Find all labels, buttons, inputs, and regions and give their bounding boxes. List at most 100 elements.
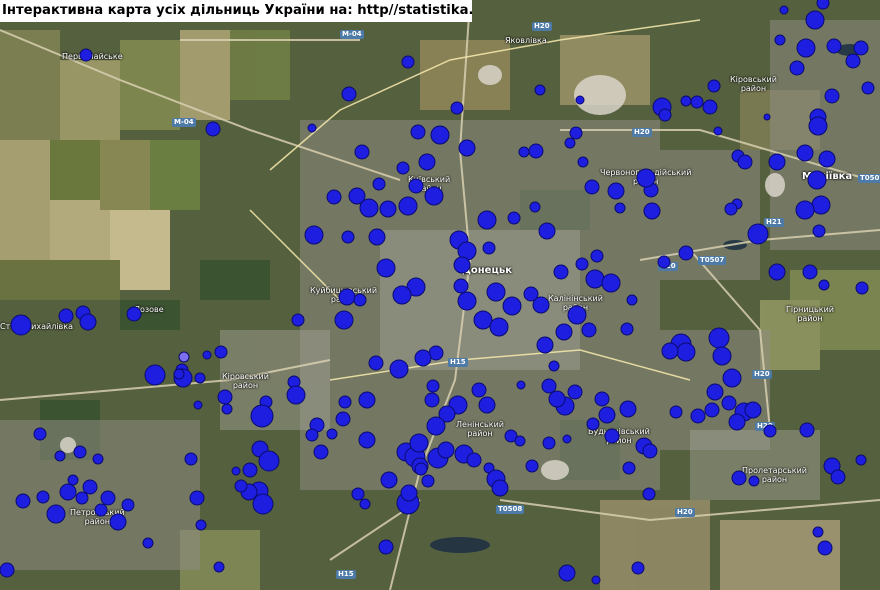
polling-station-marker[interactable] — [194, 372, 206, 384]
polling-station-marker[interactable] — [486, 282, 506, 302]
polling-station-marker[interactable] — [502, 296, 522, 316]
polling-station-marker[interactable] — [214, 345, 228, 359]
polling-station-marker[interactable] — [808, 116, 828, 136]
polling-station-marker[interactable] — [747, 223, 769, 245]
polling-station-marker[interactable] — [410, 124, 426, 140]
polling-station-marker[interactable] — [400, 484, 418, 502]
polling-station-marker[interactable] — [567, 384, 583, 400]
polling-station-marker[interactable] — [252, 493, 274, 515]
polling-station-marker[interactable] — [514, 435, 526, 447]
polling-station-marker[interactable] — [82, 479, 98, 495]
polling-station-marker[interactable] — [359, 198, 379, 218]
polling-station-marker[interactable] — [92, 453, 104, 465]
polling-station-marker[interactable] — [548, 360, 560, 372]
polling-station-marker[interactable] — [796, 144, 814, 162]
polling-station-marker[interactable] — [46, 504, 66, 524]
polling-station-marker[interactable] — [728, 413, 746, 431]
polling-station-marker[interactable] — [193, 400, 203, 410]
polling-station-marker[interactable] — [121, 498, 135, 512]
polling-station-marker[interactable] — [307, 123, 317, 133]
polling-station-marker[interactable] — [853, 40, 869, 56]
polling-station-marker[interactable] — [359, 498, 371, 510]
polling-station-marker[interactable] — [816, 0, 830, 10]
polling-station-marker[interactable] — [542, 436, 556, 450]
polling-station-marker[interactable] — [242, 462, 258, 478]
polling-station-marker[interactable] — [763, 424, 777, 438]
polling-station-marker[interactable] — [453, 278, 469, 294]
polling-station-marker[interactable] — [59, 483, 77, 501]
polling-station-marker[interactable] — [173, 368, 185, 380]
polling-station-marker[interactable] — [817, 540, 833, 556]
polling-station-marker[interactable] — [811, 195, 831, 215]
polling-station-marker[interactable] — [779, 5, 789, 15]
polling-station-marker[interactable] — [398, 196, 418, 216]
polling-station-marker[interactable] — [707, 79, 721, 93]
polling-station-marker[interactable] — [676, 342, 696, 362]
polling-station-marker[interactable] — [507, 211, 521, 225]
polling-station-marker[interactable] — [396, 161, 410, 175]
polling-station-marker[interactable] — [575, 95, 585, 105]
polling-station-marker[interactable] — [818, 150, 836, 168]
polling-station-marker[interactable] — [33, 427, 47, 441]
polling-station-marker[interactable] — [661, 342, 679, 360]
polling-station-marker[interactable] — [286, 385, 306, 405]
satellite-map[interactable]: Первомайське Яковлівка Кіровський район … — [0, 0, 880, 590]
polling-station-marker[interactable] — [144, 364, 166, 386]
polling-station-marker[interactable] — [591, 575, 601, 585]
polling-station-marker[interactable] — [291, 313, 305, 327]
polling-station-marker[interactable] — [437, 441, 455, 459]
polling-station-marker[interactable] — [189, 490, 205, 506]
polling-station-marker[interactable] — [567, 305, 587, 325]
polling-station-marker[interactable] — [812, 224, 826, 238]
polling-station-marker[interactable] — [424, 186, 444, 206]
polling-station-marker[interactable] — [702, 99, 718, 115]
polling-station-marker[interactable] — [643, 202, 661, 220]
polling-station-marker[interactable] — [221, 403, 233, 415]
polling-station-marker[interactable] — [471, 382, 487, 398]
polling-station-marker[interactable] — [622, 461, 636, 475]
polling-station-marker[interactable] — [631, 561, 645, 575]
polling-station-marker[interactable] — [774, 34, 786, 46]
polling-station-marker[interactable] — [491, 479, 509, 497]
polling-station-marker[interactable] — [473, 310, 493, 330]
polling-station-marker[interactable] — [358, 431, 376, 449]
polling-station-marker[interactable] — [338, 395, 352, 409]
polling-station-marker[interactable] — [353, 293, 367, 307]
polling-station-marker[interactable] — [614, 202, 626, 214]
polling-station-marker[interactable] — [536, 336, 554, 354]
polling-station-marker[interactable] — [58, 308, 74, 324]
polling-station-marker[interactable] — [380, 471, 398, 489]
polling-station-marker[interactable] — [528, 143, 544, 159]
polling-station-marker[interactable] — [313, 444, 329, 460]
polling-station-marker[interactable] — [584, 179, 600, 195]
polling-station-marker[interactable] — [213, 561, 225, 573]
polling-station-marker[interactable] — [482, 241, 496, 255]
polling-station-marker[interactable] — [368, 355, 384, 371]
polling-station-marker[interactable] — [450, 101, 464, 115]
polling-station-marker[interactable] — [408, 178, 424, 194]
polling-station-marker[interactable] — [541, 378, 557, 394]
polling-station-marker[interactable] — [826, 38, 842, 54]
polling-station-marker[interactable] — [341, 86, 357, 102]
polling-station-marker[interactable] — [569, 126, 583, 140]
polling-station-marker[interactable] — [581, 322, 597, 338]
polling-station-marker[interactable] — [586, 417, 600, 431]
polling-station-marker[interactable] — [478, 396, 496, 414]
polling-station-marker[interactable] — [619, 400, 637, 418]
polling-station-marker[interactable] — [748, 475, 760, 487]
polling-station-marker[interactable] — [558, 564, 576, 582]
polling-station-marker[interactable] — [690, 95, 704, 109]
polling-station-marker[interactable] — [516, 380, 526, 390]
polling-station-marker[interactable] — [368, 228, 386, 246]
polling-station-marker[interactable] — [555, 323, 573, 341]
polling-station-marker[interactable] — [534, 84, 546, 96]
polling-station-marker[interactable] — [409, 433, 429, 453]
polling-station-marker[interactable] — [807, 170, 827, 190]
polling-station-marker[interactable] — [585, 269, 605, 289]
polling-station-marker[interactable] — [392, 285, 412, 305]
polling-station-marker[interactable] — [737, 154, 753, 170]
polling-station-marker[interactable] — [126, 306, 142, 322]
polling-station-marker[interactable] — [142, 537, 154, 549]
polling-station-marker[interactable] — [75, 491, 89, 505]
polling-station-marker[interactable] — [669, 405, 683, 419]
